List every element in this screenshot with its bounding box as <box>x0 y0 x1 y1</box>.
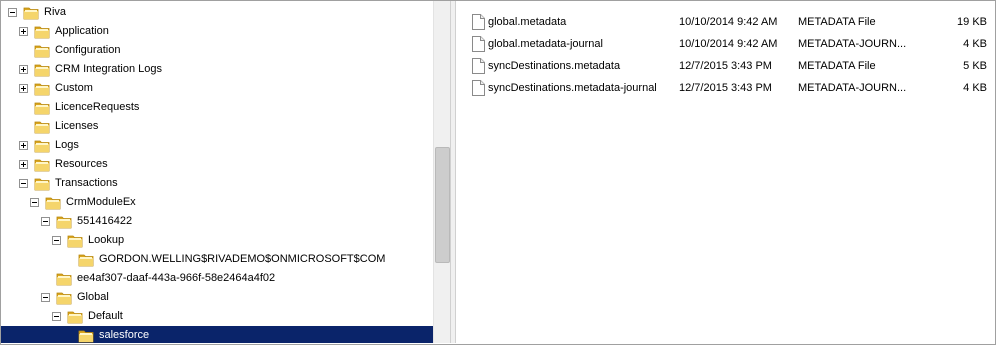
tree-item[interactable]: Global <box>1 288 433 307</box>
folder-icon <box>56 214 72 229</box>
tree-item-label: Resources <box>55 158 108 170</box>
tree-item[interactable]: Riva <box>1 3 433 22</box>
folder-icon <box>34 43 50 58</box>
folder-icon <box>45 195 61 210</box>
collapse-icon[interactable] <box>52 312 61 321</box>
tree-item[interactable]: Configuration <box>1 41 433 60</box>
folder-icon <box>34 119 50 134</box>
tree-item[interactable]: CrmModuleEx <box>1 193 433 212</box>
folder-icon <box>67 233 83 248</box>
tree-item[interactable]: LicenceRequests <box>1 98 433 117</box>
file-list: global.metadata 10/10/2014 9:42 AM METADAT… <box>456 1 995 343</box>
tree-item-label: CRM Integration Logs <box>55 63 162 75</box>
file-name: syncDestinations.metadata-journal <box>488 82 657 94</box>
file-date-modified: 12/7/2015 3:43 PM <box>679 60 772 72</box>
folder-icon <box>34 62 50 77</box>
folder-icon <box>23 5 39 20</box>
file-date-modified: 12/7/2015 3:43 PM <box>679 82 772 94</box>
file-type: METADATA File <box>798 16 876 28</box>
expand-icon[interactable] <box>19 65 28 74</box>
collapse-icon[interactable] <box>52 236 61 245</box>
file-size: 5 KB <box>963 60 987 72</box>
folder-icon <box>34 24 50 39</box>
tree-item-label: ee4af307-daaf-443a-966f-58e2464a4f02 <box>77 272 276 284</box>
folder-icon <box>34 176 50 191</box>
tree-item-label: Application <box>55 25 109 37</box>
tree-item-label: Logs <box>55 139 79 151</box>
folder-icon <box>56 290 72 305</box>
file-name: syncDestinations.metadata <box>488 60 621 72</box>
tree-item[interactable]: Default <box>1 307 433 326</box>
tree-item-label: Default <box>88 310 123 322</box>
file-row[interactable]: global.metadata 10/10/2014 9:42 AM METADAT… <box>456 11 995 33</box>
tree-item-label: GORDON.WELLING$RIVADEMO$ONMICROSOFT$COM <box>99 253 386 265</box>
file-size: 4 KB <box>963 38 987 50</box>
folder-icon <box>78 252 94 267</box>
tree-item[interactable]: 551416422 <box>1 212 433 231</box>
tree-item[interactable]: Application <box>1 22 433 41</box>
folder-icon <box>34 81 50 96</box>
folder-icon <box>34 100 50 115</box>
tree-item-label: Configuration <box>55 44 121 56</box>
file-type: METADATA File <box>798 60 876 72</box>
tree-item[interactable]: CRM Integration Logs <box>1 60 433 79</box>
tree-item[interactable]: Logs <box>1 136 433 155</box>
tree-item-label: Riva <box>44 6 67 18</box>
file-name: global.metadata <box>488 16 567 28</box>
tree-item-label: Global <box>77 291 109 303</box>
file-type: METADATA-JOURN... <box>798 82 907 94</box>
file-name: global.metadata-journal <box>488 38 603 50</box>
file-date-modified: 10/10/2014 9:42 AM <box>679 38 778 50</box>
collapse-icon[interactable] <box>41 293 50 302</box>
expand-icon[interactable] <box>19 160 28 169</box>
tree-item-label: Transactions <box>55 177 118 189</box>
collapse-icon[interactable] <box>8 8 17 17</box>
expand-icon[interactable] <box>19 84 28 93</box>
tree-item[interactable]: Licenses <box>1 117 433 136</box>
tree-item[interactable]: Resources <box>1 155 433 174</box>
collapse-icon[interactable] <box>19 179 28 188</box>
file-date-modified: 10/10/2014 9:42 AM <box>679 16 778 28</box>
file-row[interactable]: syncDestinations.metadata 12/7/2015 3:43 … <box>456 55 995 77</box>
folder-icon <box>78 328 94 343</box>
document-icon <box>472 80 485 96</box>
file-size: 19 KB <box>957 16 987 28</box>
tree-item[interactable]: ee4af307-daaf-443a-966f-58e2464a4f02 <box>1 269 433 288</box>
tree-item[interactable]: Lookup <box>1 231 433 250</box>
tree-item-label: 551416422 <box>77 215 133 227</box>
tree-item-label: salesforce <box>99 329 150 341</box>
folder-icon <box>67 309 83 324</box>
folder-icon <box>34 138 50 153</box>
document-icon <box>472 58 485 74</box>
file-row[interactable]: syncDestinations.metadata-journal 12/7/20… <box>456 77 995 99</box>
folder-icon <box>56 271 72 286</box>
file-type: METADATA-JOURN... <box>798 38 907 50</box>
tree-vertical-scrollbar[interactable] <box>433 1 450 343</box>
tree-item-label: Lookup <box>88 234 125 246</box>
tree-item[interactable]: salesforce <box>1 326 433 343</box>
file-row[interactable]: global.metadata-journal 10/10/2014 9:42 A… <box>456 33 995 55</box>
tree-item[interactable]: Transactions <box>1 174 433 193</box>
scrollbar-thumb[interactable] <box>435 147 450 263</box>
tree-item-label: LicenceRequests <box>55 101 140 113</box>
file-size: 4 KB <box>963 82 987 94</box>
document-icon <box>472 14 485 30</box>
tree-item[interactable]: GORDON.WELLING$RIVADEMO$ONMICROSOFT$COM <box>1 250 433 269</box>
expand-icon[interactable] <box>19 141 28 150</box>
expand-icon[interactable] <box>19 27 28 36</box>
tree-item-label: CrmModuleEx <box>66 196 136 208</box>
folder-tree[interactable]: Riva Application Configuration CRM Integ… <box>1 1 433 343</box>
tree-item-label: Custom <box>55 82 93 94</box>
document-icon <box>472 36 485 52</box>
tree-item-label: Licenses <box>55 120 99 132</box>
folder-icon <box>34 157 50 172</box>
tree-item[interactable]: Custom <box>1 79 433 98</box>
collapse-icon[interactable] <box>30 198 39 207</box>
collapse-icon[interactable] <box>41 217 50 226</box>
